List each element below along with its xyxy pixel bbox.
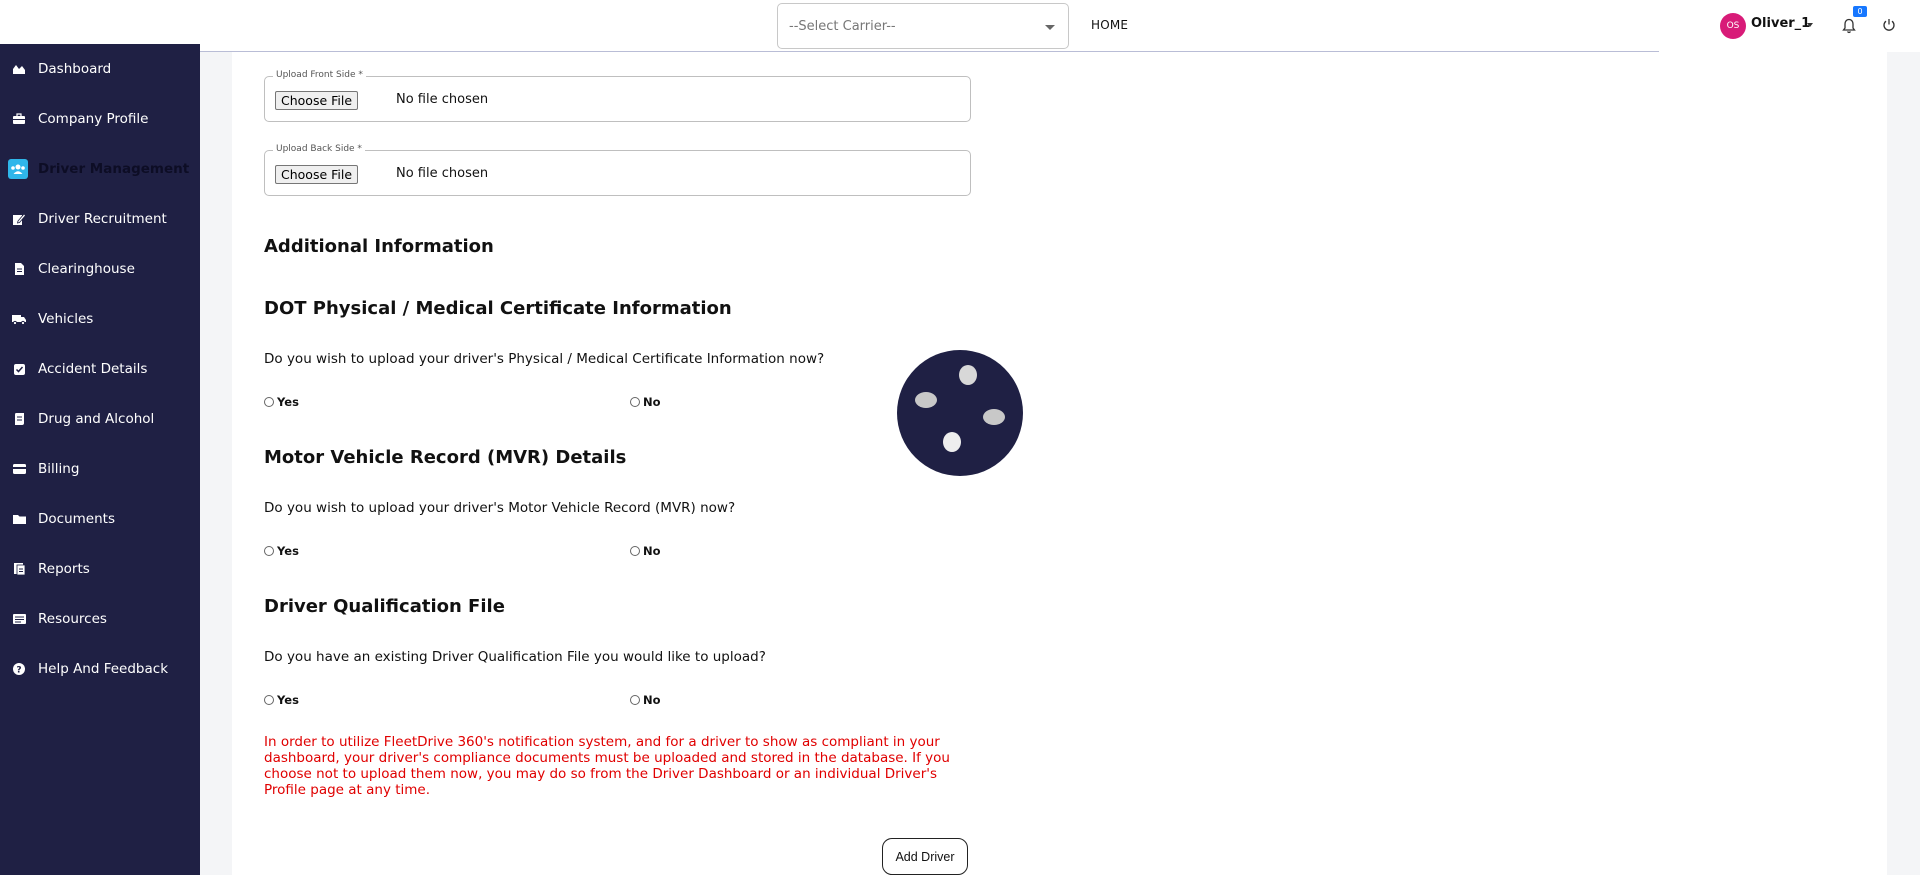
- sidebar-item-accident-details[interactable]: Accident Details: [0, 354, 200, 384]
- sidebar-item-label: Company Profile: [38, 111, 149, 127]
- radio-label: No: [643, 544, 661, 558]
- mvr-yes-radio[interactable]: Yes: [264, 544, 299, 558]
- dashboard-icon: [10, 60, 28, 78]
- sidebar-item-label: Driver Management: [38, 161, 190, 177]
- chevron-down-icon: [1045, 25, 1055, 30]
- upload-front-side-label: Upload Front Side *: [273, 70, 366, 80]
- dqf-yes-radio[interactable]: Yes: [264, 693, 299, 707]
- mvr-no-radio[interactable]: No: [630, 544, 661, 558]
- sidebar: Dashboard Company Profile Driver Managem…: [0, 44, 200, 875]
- choose-file-front-button[interactable]: Choose File: [275, 91, 359, 110]
- sidebar-item-drug-and-alcohol[interactable]: Drug and Alcohol: [0, 404, 200, 434]
- radio-label: Yes: [277, 395, 299, 409]
- sidebar-item-label: Accident Details: [38, 361, 148, 377]
- sidebar-item-label: Help And Feedback: [38, 661, 169, 677]
- radio-circle[interactable]: [264, 397, 274, 407]
- bell-icon[interactable]: [1842, 18, 1856, 34]
- sidebar-item-reports[interactable]: Reports: [0, 554, 200, 584]
- sidebar-item-help-and-feedback[interactable]: ? Help And Feedback: [0, 654, 200, 684]
- briefcase-icon: [10, 110, 28, 128]
- sidebar-item-label: Dashboard: [38, 61, 112, 77]
- help-icon: ?: [10, 660, 28, 678]
- additional-information-heading: Additional Information: [264, 236, 494, 257]
- sidebar-item-documents[interactable]: Documents: [0, 504, 200, 534]
- sidebar-item-clearinghouse[interactable]: Clearinghouse: [0, 254, 200, 284]
- sidebar-item-billing[interactable]: Billing: [0, 454, 200, 484]
- dot-no-radio[interactable]: No: [630, 395, 661, 409]
- truck-icon: [10, 310, 28, 328]
- dot-physical-heading: DOT Physical / Medical Certificate Infor…: [264, 298, 732, 319]
- dqf-question: Do you have an existing Driver Qualifica…: [264, 649, 766, 665]
- radio-circle[interactable]: [264, 695, 274, 705]
- sidebar-item-company-profile[interactable]: Company Profile: [0, 104, 200, 134]
- user-menu[interactable]: Oliver_1: [1751, 16, 1810, 31]
- svg-text:?: ?: [16, 666, 21, 676]
- dqf-heading: Driver Qualification File: [264, 596, 505, 617]
- resources-icon: [10, 610, 28, 628]
- sidebar-item-dashboard[interactable]: Dashboard: [0, 54, 200, 84]
- sidebar-item-label: Drug and Alcohol: [38, 411, 155, 427]
- dqf-no-radio[interactable]: No: [630, 693, 661, 707]
- upload-front-side-field[interactable]: Upload Front Side * Choose File No file …: [264, 70, 971, 122]
- loading-spinner-icon: [897, 350, 1023, 476]
- sidebar-item-driver-management[interactable]: Driver Management: [0, 154, 200, 184]
- dot-yes-radio[interactable]: Yes: [264, 395, 299, 409]
- radio-label: No: [643, 693, 661, 707]
- folder-icon: [10, 510, 28, 528]
- card-icon: [10, 460, 28, 478]
- sidebar-item-label: Vehicles: [38, 311, 94, 327]
- sidebar-item-resources[interactable]: Resources: [0, 604, 200, 634]
- home-link[interactable]: HOME: [1091, 18, 1128, 32]
- carrier-select-value: --Select Carrier--: [789, 18, 896, 34]
- radio-circle[interactable]: [630, 546, 640, 556]
- scroll-icon: [10, 410, 28, 428]
- carrier-select[interactable]: --Select Carrier--: [777, 3, 1069, 49]
- radio-circle[interactable]: [630, 397, 640, 407]
- add-driver-button[interactable]: Add Driver: [882, 838, 968, 875]
- radio-label: Yes: [277, 693, 299, 707]
- top-bar: --Select Carrier-- HOME OS Oliver_1 0: [0, 0, 1920, 52]
- notification-count-badge: 0: [1853, 6, 1867, 17]
- sidebar-item-label: Driver Recruitment: [38, 211, 167, 227]
- sidebar-item-label: Documents: [38, 511, 115, 527]
- choose-file-back-button[interactable]: Choose File: [275, 165, 359, 184]
- front-file-status: No file chosen: [396, 92, 489, 107]
- back-file-status: No file chosen: [396, 166, 489, 181]
- sidebar-item-label: Billing: [38, 461, 80, 477]
- mvr-heading: Motor Vehicle Record (MVR) Details: [264, 447, 627, 468]
- checkbox-icon: [10, 360, 28, 378]
- caret-down-icon[interactable]: [1807, 23, 1813, 27]
- upload-back-side-field[interactable]: Upload Back Side * Choose File No file c…: [264, 144, 971, 196]
- document-icon: [10, 260, 28, 278]
- avatar[interactable]: OS: [1720, 13, 1746, 39]
- sidebar-item-label: Clearinghouse: [38, 261, 135, 277]
- radio-circle[interactable]: [264, 546, 274, 556]
- users-icon: [8, 159, 28, 179]
- edit-icon: [10, 210, 28, 228]
- upload-back-side-label: Upload Back Side *: [273, 144, 365, 154]
- sidebar-item-label: Reports: [38, 561, 90, 577]
- compliance-notice: In order to utilize FleetDrive 360's not…: [264, 734, 950, 798]
- radio-label: No: [643, 395, 661, 409]
- dot-physical-question: Do you wish to upload your driver's Phys…: [264, 351, 825, 367]
- report-icon: [10, 560, 28, 578]
- sidebar-item-driver-recruitment[interactable]: Driver Recruitment: [0, 204, 200, 234]
- power-icon[interactable]: [1882, 18, 1896, 32]
- sidebar-item-label: Resources: [38, 611, 107, 627]
- mvr-question: Do you wish to upload your driver's Moto…: [264, 500, 736, 516]
- sidebar-item-vehicles[interactable]: Vehicles: [0, 304, 200, 334]
- radio-circle[interactable]: [630, 695, 640, 705]
- radio-label: Yes: [277, 544, 299, 558]
